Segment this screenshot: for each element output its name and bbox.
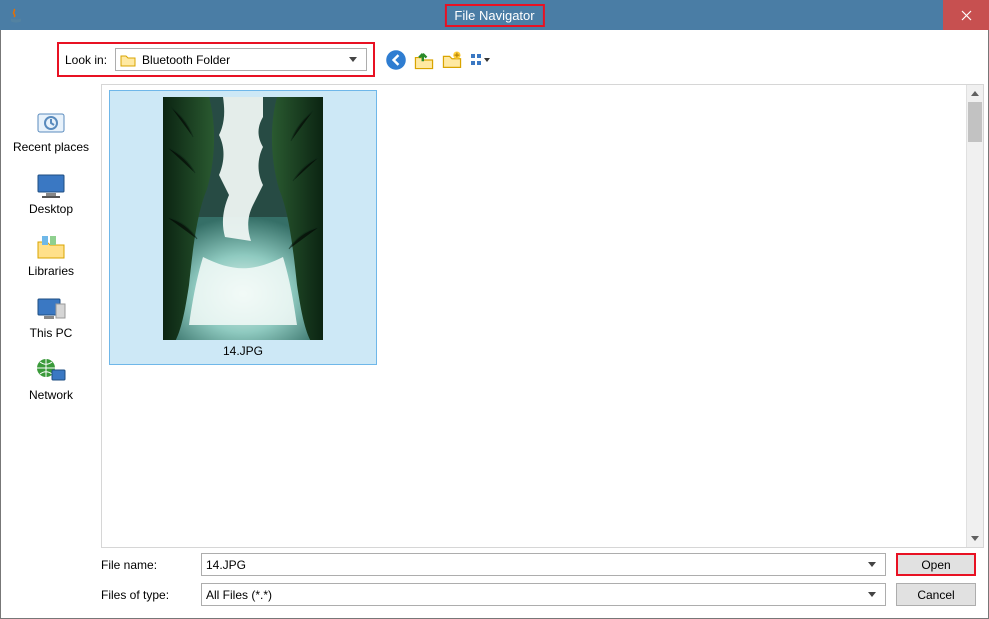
recent-places-icon [34, 108, 68, 138]
toolbar: Look in: Bluetooth Folder [1, 30, 988, 85]
place-recent[interactable]: Recent places [6, 104, 96, 162]
vertical-scrollbar[interactable] [966, 85, 983, 547]
java-icon [8, 7, 24, 23]
body-row: Recent places Desktop Libraries This PC [1, 84, 988, 548]
lookin-value: Bluetooth Folder [142, 53, 338, 67]
network-icon [34, 356, 68, 386]
new-folder-icon[interactable] [441, 49, 463, 71]
place-label: This PC [6, 326, 96, 340]
chevron-down-icon[interactable] [863, 554, 881, 575]
filename-label: File name: [101, 558, 191, 572]
file-thumbnail-selected[interactable]: 14.JPG [109, 90, 377, 365]
desktop-icon [34, 170, 68, 200]
chevron-down-icon [344, 49, 362, 70]
scroll-up-icon[interactable] [967, 85, 983, 102]
filename-value: 14.JPG [206, 558, 863, 572]
places-bar: Recent places Desktop Libraries This PC [1, 84, 101, 548]
lookin-group: Look in: Bluetooth Folder [57, 42, 375, 77]
place-label: Desktop [6, 202, 96, 216]
back-icon[interactable] [385, 49, 407, 71]
open-button[interactable]: Open [896, 553, 976, 576]
scroll-down-icon[interactable] [967, 530, 983, 547]
filename-input[interactable]: 14.JPG [201, 553, 886, 576]
place-desktop[interactable]: Desktop [6, 166, 96, 224]
open-button-label: Open [921, 558, 950, 572]
thumbnail-image [163, 97, 323, 340]
place-this-pc[interactable]: This PC [6, 290, 96, 348]
folder-icon [120, 52, 136, 68]
place-label: Recent places [6, 140, 96, 154]
filetype-combo[interactable]: All Files (*.*) [201, 583, 886, 606]
cancel-button[interactable]: Cancel [896, 583, 976, 606]
toolbar-icons [385, 49, 491, 71]
place-label: Network [6, 388, 96, 402]
filetype-row: Files of type: All Files (*.*) Cancel [101, 583, 976, 606]
window-title: File Navigator [444, 4, 544, 27]
bottom-controls: File name: 14.JPG Open Files of type: Al… [1, 553, 988, 606]
up-one-level-icon[interactable] [413, 49, 435, 71]
filetype-value: All Files (*.*) [206, 588, 863, 602]
filename-row: File name: 14.JPG Open [101, 553, 976, 576]
filetype-label: Files of type: [101, 588, 191, 602]
file-list-pane[interactable]: 14.JPG [101, 84, 984, 548]
chevron-down-icon[interactable] [863, 584, 881, 605]
place-network[interactable]: Network [6, 352, 96, 410]
this-pc-icon [34, 294, 68, 324]
place-libraries[interactable]: Libraries [6, 228, 96, 286]
scroll-thumb[interactable] [968, 102, 982, 142]
place-label: Libraries [6, 264, 96, 278]
lookin-combo[interactable]: Bluetooth Folder [115, 48, 367, 71]
cancel-button-label: Cancel [917, 588, 954, 602]
dialog-body: Look in: Bluetooth Folder [0, 30, 989, 619]
thumbnail-filename: 14.JPG [223, 344, 263, 358]
lookin-label: Look in: [65, 53, 107, 67]
close-button[interactable] [943, 0, 989, 30]
view-menu-icon[interactable] [469, 49, 491, 71]
libraries-icon [34, 232, 68, 262]
title-bar: File Navigator [0, 0, 989, 30]
